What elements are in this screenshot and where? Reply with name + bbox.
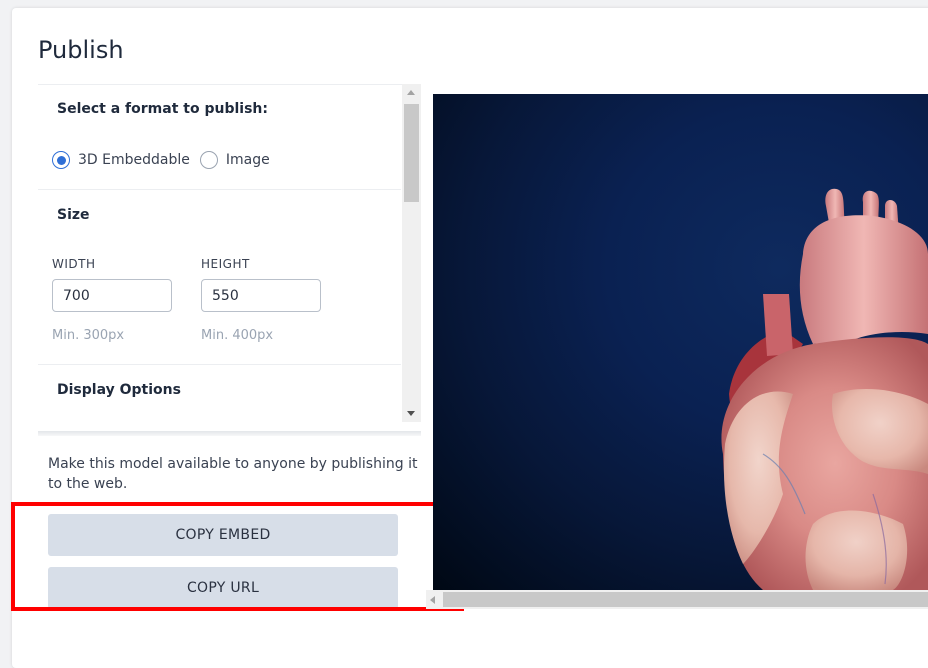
format-option-3d-label[interactable]: 3D Embeddable [78, 152, 190, 168]
height-input[interactable] [201, 279, 321, 312]
format-radio-group: 3D Embeddable Image [52, 151, 280, 169]
options-panel: Select a format to publish: 3D Embeddabl… [38, 84, 421, 433]
width-input[interactable] [52, 279, 172, 312]
format-option-image-label[interactable]: Image [226, 152, 270, 168]
display-options-heading: Display Options [57, 382, 181, 398]
copy-embed-button[interactable]: COPY EMBED [48, 514, 398, 556]
radio-unselected-icon[interactable] [199, 151, 218, 169]
scrollbar-thumb[interactable] [443, 592, 928, 607]
height-label: HEIGHT [201, 257, 250, 271]
divider [38, 364, 401, 365]
preview-scrollbar[interactable] [426, 590, 928, 609]
scroll-down-arrow-icon[interactable] [407, 411, 415, 416]
publish-description: Make this model available to anyone by p… [48, 456, 418, 492]
width-hint: Min. 300px [52, 328, 125, 343]
copy-url-button[interactable]: COPY URL [48, 567, 398, 609]
height-hint: Min. 400px [201, 328, 274, 343]
width-label: WIDTH [52, 257, 96, 271]
dialog-title: Publish [38, 36, 124, 64]
radio-selected-icon[interactable] [52, 151, 70, 169]
size-heading: Size [57, 207, 90, 223]
panel-separator [38, 431, 421, 436]
divider [38, 189, 401, 190]
scrollbar-thumb[interactable] [404, 104, 419, 202]
scroll-up-arrow-icon[interactable] [407, 90, 415, 95]
scroll-left-arrow-icon[interactable] [430, 596, 435, 604]
model-preview[interactable] [433, 94, 928, 590]
heart-model [721, 188, 928, 590]
format-heading: Select a format to publish: [57, 101, 268, 117]
options-scrollbar[interactable] [402, 84, 421, 422]
